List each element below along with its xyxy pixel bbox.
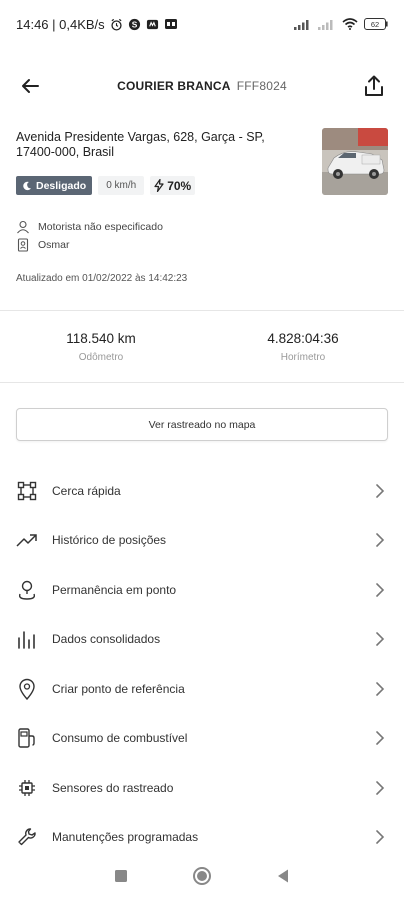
owner-name: Osmar (38, 239, 70, 251)
arrow-left-icon (22, 79, 39, 93)
action-menu: Cerca rápida Histórico de posições Perma… (0, 466, 404, 862)
battery-level: 62 (370, 20, 380, 29)
menu-item-label: Dados consolidados (52, 632, 161, 647)
vehicle-name: COURIER BRANCA (117, 79, 231, 93)
svg-text:S: S (131, 19, 137, 29)
menu-item-label: Histórico de posições (52, 533, 167, 548)
odometer-stat: 118.540 km Odômetro (0, 312, 202, 382)
page-title: COURIER BRANCA FFF8024 (46, 79, 358, 93)
bolt-icon (154, 179, 164, 192)
share-icon (365, 75, 383, 96)
menu-item-position-history[interactable]: Histórico de posições (0, 516, 404, 566)
driver-name: Motorista não especificado (38, 221, 163, 233)
battery-icon: 62 (364, 18, 388, 30)
location-person-icon (16, 579, 38, 601)
chevron-right-icon (372, 483, 388, 499)
recents-button[interactable] (106, 861, 136, 891)
home-button[interactable] (187, 861, 217, 891)
system-nav-bar (0, 852, 404, 900)
skype-icon: S (128, 18, 141, 31)
divider (0, 382, 404, 383)
ignition-status-badge: Desligado (16, 176, 93, 195)
battery-badge: 70% (150, 176, 196, 195)
view-on-map-button[interactable]: Ver rastreado no mapa (16, 408, 388, 441)
bar-chart-icon (16, 628, 38, 650)
menu-item-create-reference-point[interactable]: Criar ponto de referência (0, 664, 404, 714)
chevron-right-icon (372, 681, 388, 697)
signal-2-icon (318, 18, 336, 30)
driver-row: Motorista não especificado (16, 220, 163, 234)
chevron-right-icon (372, 780, 388, 796)
signal-icon (294, 18, 312, 30)
stats-panel: 118.540 km Odômetro 4.828:04:36 Horímetr… (0, 312, 404, 382)
chevron-right-icon (372, 829, 388, 845)
menu-item-label: Cerca rápida (52, 483, 121, 498)
owner-row: Osmar (16, 238, 70, 252)
alarm-icon (110, 18, 123, 31)
vehicle-plate: FFF8024 (236, 79, 287, 93)
person-icon (17, 220, 29, 234)
circle-icon (192, 867, 211, 885)
speed-badge: 0 km/h (98, 176, 145, 195)
menu-item-fuel-consumption[interactable]: Consumo de combustível (0, 714, 404, 764)
wrench-icon (16, 826, 38, 848)
menu-item-label: Consumo de combustível (52, 731, 188, 746)
chip-icon (16, 777, 38, 799)
back-nav-button[interactable] (268, 861, 298, 891)
back-button[interactable] (14, 70, 46, 102)
battery-value: 70% (167, 178, 192, 193)
ignition-status-label: Desligado (36, 179, 87, 192)
status-time: 14:46 | 0,4KB/s (16, 16, 105, 32)
vehicle-badges: Desligado 0 km/h 70% (16, 176, 196, 195)
menu-item-quick-fence[interactable]: Cerca rápida (0, 466, 404, 516)
menu-item-label: Permanência em ponto (52, 582, 177, 597)
triangle-back-icon (278, 869, 289, 883)
hourmeter-value: 4.828:04:36 (267, 331, 339, 346)
id-badge-icon (17, 238, 29, 252)
menu-item-stay-at-point[interactable]: Permanência em ponto (0, 565, 404, 615)
vehicle-address: Avenida Presidente Vargas, 628, Garça - … (16, 130, 265, 159)
menu-item-label: Sensores do rastreado (52, 780, 174, 795)
app-icon (146, 18, 159, 31)
map-pin-icon (16, 678, 38, 700)
wifi-icon (342, 18, 358, 30)
status-bar: 14:46 | 0,4KB/s S 62 (0, 0, 404, 48)
chevron-right-icon (372, 730, 388, 746)
hourmeter-stat: 4.828:04:36 Horímetro (202, 312, 404, 382)
chevron-right-icon (372, 582, 388, 598)
trending-icon (16, 529, 38, 551)
square-icon (114, 870, 127, 882)
share-button[interactable] (358, 70, 390, 102)
quick-fence-icon (16, 480, 38, 502)
menu-item-consolidated-data[interactable]: Dados consolidados (0, 615, 404, 665)
moon-icon (23, 181, 31, 190)
menu-item-tracker-sensors[interactable]: Sensores do rastreado (0, 763, 404, 813)
menu-item-label: Criar ponto de referência (52, 681, 185, 696)
fuel-icon (16, 727, 38, 749)
chevron-right-icon (372, 532, 388, 548)
divider (0, 310, 404, 311)
last-update-text: Atualizado em 01/02/2022 às 14:42:23 (16, 273, 188, 284)
app-header: COURIER BRANCA FFF8024 (0, 62, 404, 110)
vehicle-photo[interactable] (322, 128, 388, 195)
chevron-right-icon (372, 631, 388, 647)
hourmeter-label: Horímetro (280, 352, 326, 363)
menu-item-label: Manutenções programadas (52, 830, 199, 845)
odometer-label: Odômetro (78, 352, 124, 363)
message-icon (164, 18, 178, 30)
odometer-value: 118.540 km (66, 331, 136, 346)
